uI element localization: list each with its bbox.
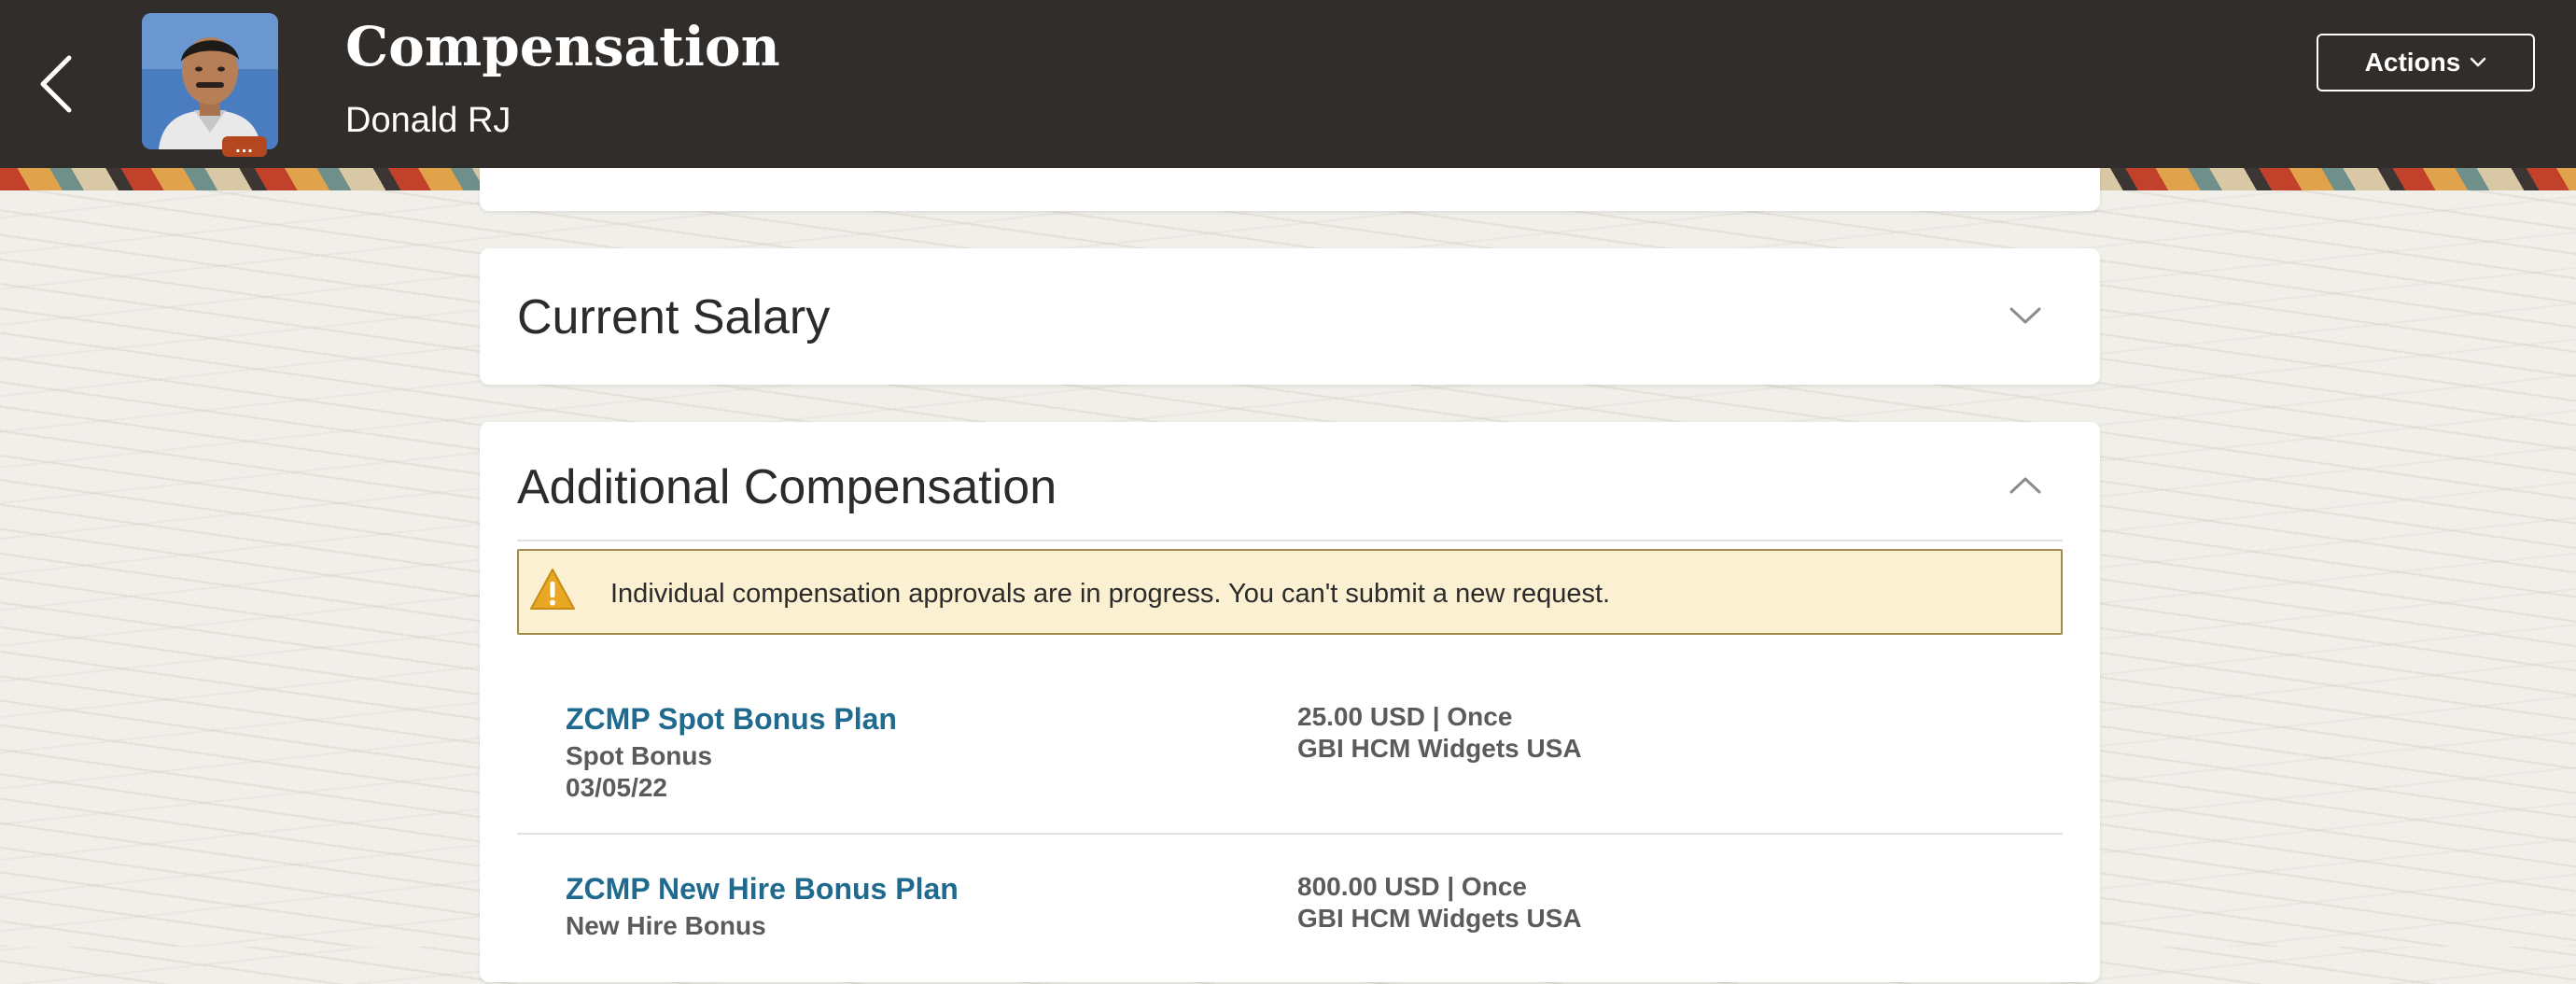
additional-compensation-section: Additional Compensation Individual compe… [480,422,2100,982]
chevron-down-icon [2009,307,2041,324]
more-icon: ... [235,136,254,157]
avatar-more-button[interactable]: ... [222,136,267,157]
back-button[interactable] [28,47,84,121]
chevron-up-icon [2009,477,2041,494]
previous-section-card [480,168,2100,211]
warning-message: Individual compensation approvals are in… [517,549,2063,635]
current-salary-section: Current Salary [480,248,2100,385]
chevron-left-icon [40,55,72,113]
plan-link[interactable]: ZCMP Spot Bonus Plan [566,702,897,737]
warning-icon [530,569,575,610]
person-name: Donald RJ [345,101,511,140]
avatar[interactable] [142,13,278,149]
row-divider [517,833,2063,835]
plan-type: Spot Bonus [566,741,713,770]
page-title: Compensation [345,15,780,78]
plan-date: 03/05/22 [566,773,667,802]
person-photo-icon [142,13,278,149]
section-title-current-salary: Current Salary [517,290,831,344]
plan-amount: 800.00 USD | Once [1297,872,1527,901]
expand-current-salary-button[interactable] [2007,297,2044,334]
actions-label: Actions [2364,48,2461,77]
plan-link[interactable]: ZCMP New Hire Bonus Plan [566,872,959,907]
plan-organization: GBI HCM Widgets USA [1297,734,1582,763]
list-item[interactable]: ZCMP New Hire Bonus Plan New Hire Bonus … [517,872,2063,984]
chevron-down-icon [2471,57,2486,67]
section-title-additional-compensation: Additional Compensation [517,460,1057,514]
actions-button[interactable]: Actions [2317,34,2535,91]
collapse-additional-compensation-button[interactable] [2007,467,2044,504]
plan-amount: 25.00 USD | Once [1297,702,1513,731]
warning-text: Individual compensation approvals are in… [610,579,1611,609]
page-header: ... Compensation Donald RJ Actions [0,0,2576,168]
plan-type: New Hire Bonus [566,911,766,940]
list-item[interactable]: ZCMP Spot Bonus Plan Spot Bonus 03/05/22… [517,702,2063,835]
section-divider [517,540,2063,541]
plan-organization: GBI HCM Widgets USA [1297,904,1582,933]
